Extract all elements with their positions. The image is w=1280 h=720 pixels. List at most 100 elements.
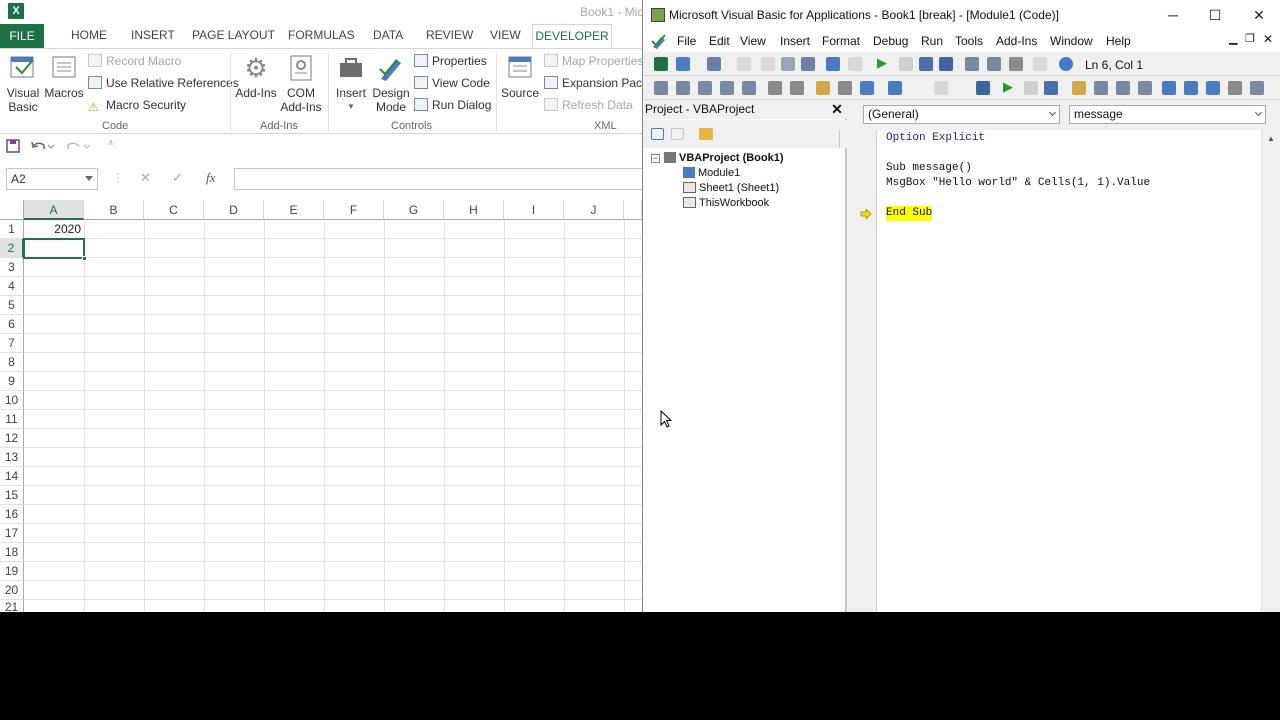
- debug-toolbar-icon[interactable]: [934, 81, 948, 95]
- immediate-window-icon[interactable]: [1184, 81, 1198, 95]
- save-icon[interactable]: [707, 57, 721, 71]
- tab-review[interactable]: REVIEW: [426, 28, 473, 42]
- row-header-13[interactable]: 13: [0, 448, 24, 467]
- toggle-folders-icon[interactable]: [699, 128, 713, 140]
- splitter[interactable]: [839, 130, 847, 148]
- row-header-14[interactable]: 14: [0, 467, 24, 486]
- stop-icon[interactable]: [1044, 81, 1058, 95]
- mdi-close-icon[interactable]: ✕: [1263, 32, 1273, 46]
- menu-view[interactable]: View: [740, 34, 766, 48]
- tab-formulas[interactable]: FORMULAS: [288, 28, 355, 42]
- tab-file[interactable]: FILE: [0, 24, 44, 48]
- use-relative-references-button[interactable]: Use Relative References: [88, 74, 239, 92]
- tree-root-vbaproject[interactable]: − VBAProject (Book1): [651, 152, 784, 164]
- select-all-corner[interactable]: [0, 200, 24, 220]
- list-constants-icon[interactable]: [676, 81, 690, 95]
- reset-icon[interactable]: [919, 57, 933, 71]
- cell-a1[interactable]: 2020: [24, 220, 84, 239]
- cut-icon[interactable]: [737, 57, 751, 71]
- formula-input[interactable]: [234, 168, 642, 190]
- design-mode-icon[interactable]: [939, 57, 953, 71]
- row-header-1[interactable]: 1: [0, 220, 24, 239]
- row-header-2[interactable]: 2: [0, 239, 24, 258]
- find-icon[interactable]: [801, 57, 815, 71]
- insert-control-button[interactable]: Insert ▼: [332, 53, 370, 114]
- redo-icon[interactable]: [66, 139, 90, 153]
- parameter-info-icon[interactable]: [720, 81, 734, 95]
- run-dialog-button[interactable]: Run Dialog: [414, 96, 491, 114]
- tab-page-layout[interactable]: PAGE LAYOUT: [192, 28, 275, 42]
- view-excel-icon[interactable]: [654, 57, 668, 71]
- menu-debug[interactable]: Debug: [873, 34, 908, 48]
- save-icon[interactable]: [6, 139, 20, 153]
- macro-security-button[interactable]: ⚠ Macro Security: [88, 96, 186, 114]
- outdent-icon[interactable]: [790, 81, 804, 95]
- fill-handle[interactable]: [82, 256, 87, 261]
- record-macro-button[interactable]: Record Macro: [88, 52, 181, 70]
- redo-icon[interactable]: [848, 57, 862, 71]
- pause-icon[interactable]: [1024, 81, 1038, 95]
- row-header-8[interactable]: 8: [0, 353, 24, 372]
- row-header-10[interactable]: 10: [0, 391, 24, 410]
- tab-view[interactable]: VIEW: [490, 28, 521, 42]
- com-add-ins-button[interactable]: COM Add-Ins: [280, 53, 322, 114]
- row-header-11[interactable]: 11: [0, 410, 24, 429]
- row-header-4[interactable]: 4: [0, 277, 24, 296]
- row-header-7[interactable]: 7: [0, 334, 24, 353]
- tree-item-sheet1[interactable]: Sheet1 (Sheet1): [683, 182, 779, 194]
- row-header-20[interactable]: 20: [0, 581, 24, 600]
- toolbox-icon[interactable]: [1033, 57, 1047, 71]
- menu-format[interactable]: Format: [822, 34, 860, 48]
- step-over-icon[interactable]: [1116, 81, 1130, 95]
- project-explorer-icon[interactable]: [965, 57, 979, 71]
- code-editor[interactable]: Option Explicit Sub message() MsgBox "He…: [877, 130, 1261, 612]
- menu-help[interactable]: Help: [1106, 34, 1131, 48]
- map-properties-button[interactable]: Map Properties: [544, 52, 642, 70]
- active-cell-a2[interactable]: [23, 238, 87, 261]
- row-header-9[interactable]: 9: [0, 372, 24, 391]
- step-into-icon[interactable]: [1094, 81, 1108, 95]
- tab-home[interactable]: HOME: [71, 28, 107, 42]
- menu-insert[interactable]: Insert: [780, 34, 810, 48]
- paste-icon[interactable]: [781, 57, 795, 71]
- margin-indicator-bar[interactable]: [855, 130, 877, 612]
- minimize-icon[interactable]: ─: [1153, 4, 1193, 26]
- customize-qat-icon[interactable]: ⩡: [108, 138, 114, 149]
- breakpoint-icon[interactable]: [1072, 81, 1086, 95]
- cancel-icon[interactable]: ✕: [140, 170, 151, 186]
- view-code-button[interactable]: View Code: [414, 74, 490, 92]
- list-properties-icon[interactable]: [654, 81, 668, 95]
- vba-menu-icon[interactable]: [651, 33, 667, 49]
- row-header-15[interactable]: 15: [0, 486, 24, 505]
- complete-word-icon[interactable]: [742, 81, 756, 95]
- undo-icon[interactable]: [30, 139, 54, 153]
- row-header-16[interactable]: 16: [0, 505, 24, 524]
- locals-window-icon[interactable]: [1162, 81, 1176, 95]
- macros-button[interactable]: Macros: [44, 53, 84, 100]
- help-icon[interactable]: [1059, 57, 1073, 71]
- watch-window-icon[interactable]: [1206, 81, 1220, 95]
- toggle-bookmark-icon[interactable]: [888, 81, 902, 95]
- comment-block-icon[interactable]: [838, 81, 852, 95]
- uncomment-block-icon[interactable]: [860, 81, 874, 95]
- column-header-h[interactable]: H: [444, 200, 504, 220]
- design-mode-button[interactable]: Design Mode: [372, 53, 410, 114]
- column-header-e[interactable]: E: [264, 200, 324, 220]
- expansion-packs-button[interactable]: Expansion Packs: [544, 74, 642, 92]
- insert-userform-icon[interactable]: [676, 57, 690, 71]
- collapse-icon[interactable]: −: [651, 154, 660, 163]
- view-code-icon[interactable]: [651, 128, 664, 140]
- code-vertical-scrollbar[interactable]: ▲: [1261, 130, 1280, 612]
- menu-file[interactable]: File: [677, 34, 696, 48]
- mdi-restore-icon[interactable]: ❐: [1245, 32, 1255, 45]
- row-header-12[interactable]: 12: [0, 429, 24, 448]
- column-header-j[interactable]: J: [564, 200, 624, 220]
- view-object-icon[interactable]: [671, 128, 684, 140]
- name-box[interactable]: A2: [6, 168, 98, 190]
- continue-icon[interactable]: ▶: [1003, 79, 1013, 95]
- run-icon[interactable]: ▶: [877, 55, 887, 71]
- step-out-icon[interactable]: [1138, 81, 1152, 95]
- row-header-18[interactable]: 18: [0, 543, 24, 562]
- menu-add-ins[interactable]: Add-Ins: [996, 34, 1037, 48]
- properties-button[interactable]: Properties: [414, 52, 487, 70]
